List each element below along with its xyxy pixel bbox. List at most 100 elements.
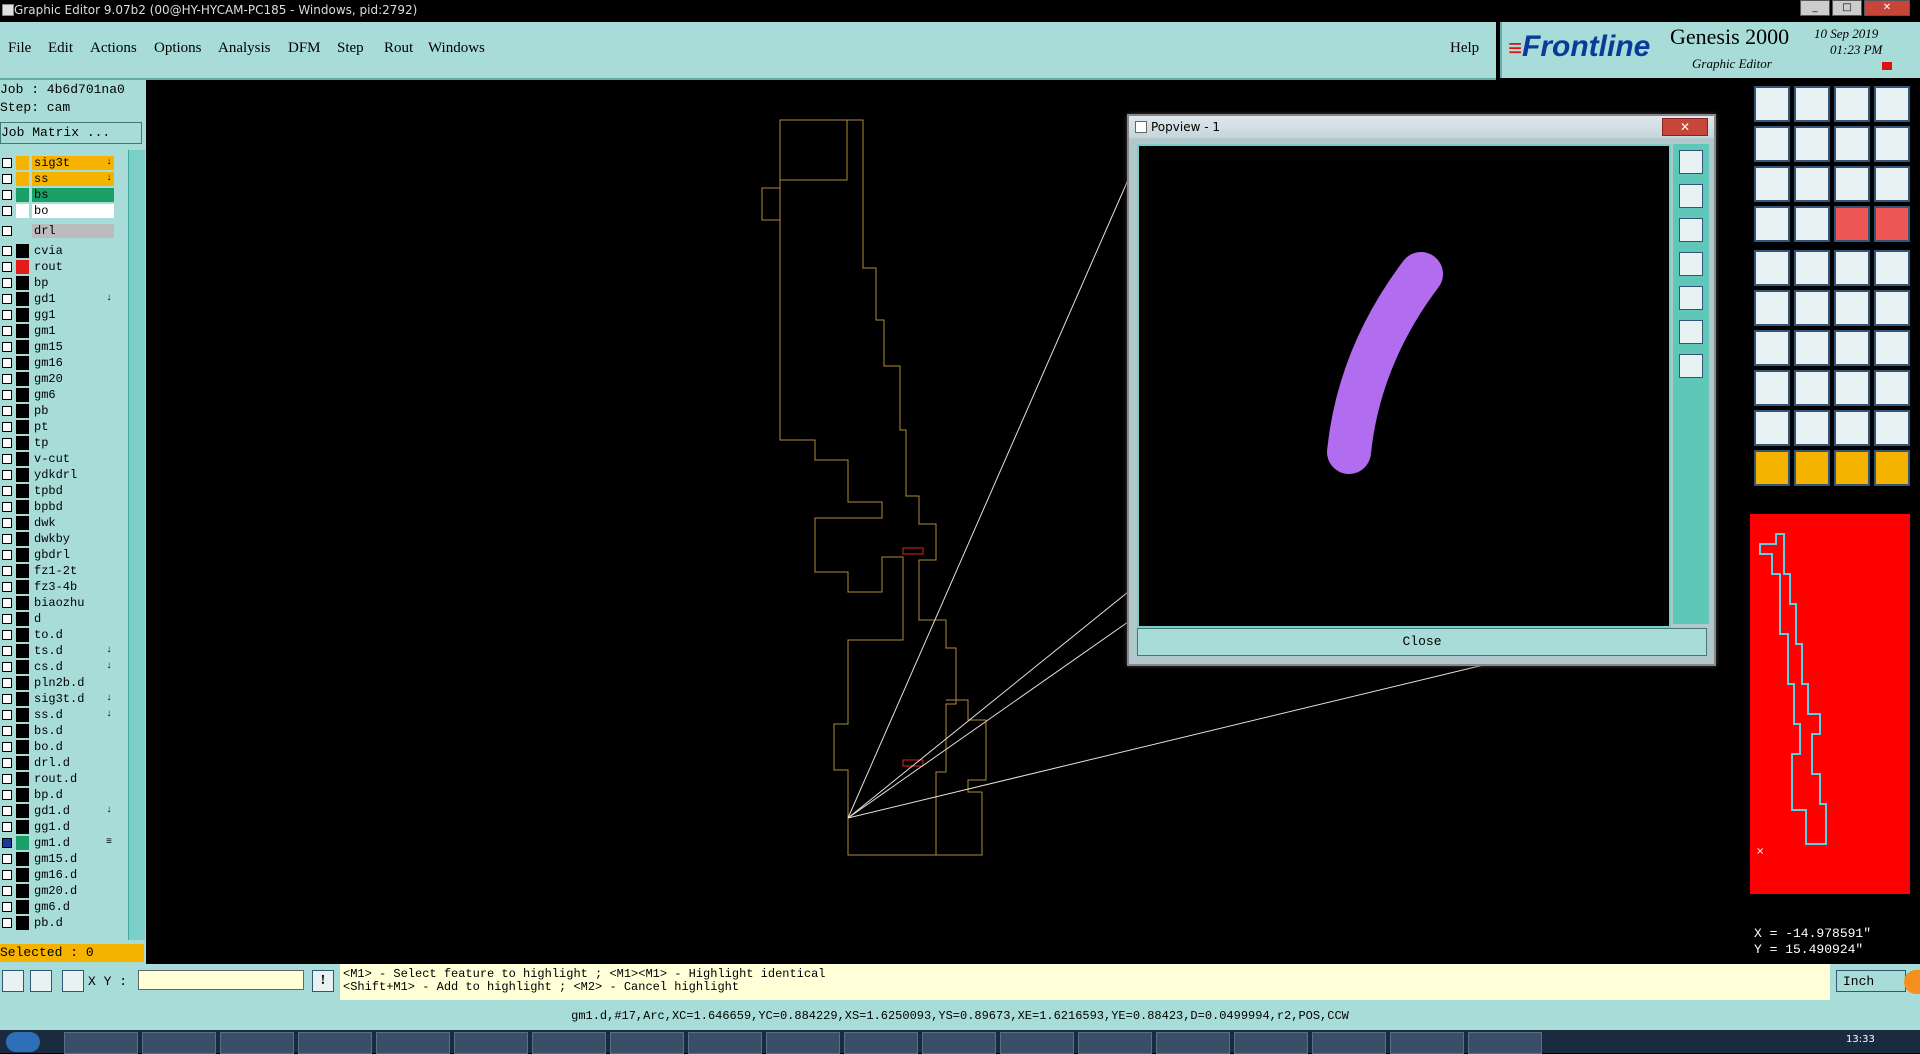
- popview-pan-right-icon[interactable]: [1679, 286, 1703, 310]
- layer-checkbox[interactable]: [2, 822, 12, 832]
- layer-row[interactable]: biaozhu: [0, 596, 116, 610]
- layer-name[interactable]: tpbd: [32, 484, 114, 498]
- layer-color-swatch[interactable]: [16, 276, 29, 290]
- overview-map[interactable]: ×: [1750, 514, 1910, 894]
- layer-name[interactable]: pln2b.d: [32, 676, 114, 690]
- layer-checkbox[interactable]: [2, 886, 12, 896]
- taskbar-app[interactable]: [688, 1032, 762, 1054]
- layer-checkbox[interactable]: [2, 358, 12, 368]
- minus-icon[interactable]: [1794, 370, 1830, 406]
- menu-step[interactable]: Step: [337, 40, 364, 57]
- layer-name[interactable]: v-cut: [32, 452, 114, 466]
- layer-color-swatch[interactable]: [16, 612, 29, 626]
- measure-icon[interactable]: [1834, 206, 1870, 242]
- menu-actions[interactable]: Actions: [90, 40, 137, 57]
- layer-name[interactable]: ss.d ↓: [32, 708, 114, 722]
- layer-name[interactable]: bo: [32, 204, 114, 218]
- layer-row[interactable]: bp.d: [0, 788, 116, 802]
- menu-windows[interactable]: Windows: [428, 40, 485, 57]
- triangle-shape-icon[interactable]: [1794, 410, 1830, 446]
- layer-color-swatch[interactable]: [16, 340, 29, 354]
- layer-row[interactable]: bo.d: [0, 740, 116, 754]
- popview-zoom-window-icon[interactable]: [1679, 354, 1703, 378]
- layer-color-swatch[interactable]: [16, 436, 29, 450]
- layer-color-swatch[interactable]: [16, 172, 29, 186]
- layer-name[interactable]: bp: [32, 276, 114, 290]
- layer-color-swatch[interactable]: [16, 724, 29, 738]
- layer-row[interactable]: cs.d ↓: [0, 660, 116, 674]
- layer-row[interactable]: bs.d: [0, 724, 116, 738]
- layer-checkbox[interactable]: [2, 310, 12, 320]
- popview-zoom-fit-icon[interactable]: [1679, 150, 1703, 174]
- layer-color-swatch[interactable]: [16, 836, 29, 850]
- layer-list-scrollbar[interactable]: [128, 150, 145, 940]
- menu-edit[interactable]: Edit: [48, 40, 73, 57]
- layer-checkbox[interactable]: [2, 710, 12, 720]
- measure-icon[interactable]: [30, 970, 52, 992]
- layer-name[interactable]: ydkdrl: [32, 468, 114, 482]
- layer-name[interactable]: ss ↓: [32, 172, 114, 186]
- layer-color-swatch[interactable]: [16, 156, 29, 170]
- layer-checkbox[interactable]: [2, 158, 12, 168]
- taskbar-app[interactable]: [844, 1032, 918, 1054]
- layer-color-swatch[interactable]: [16, 596, 29, 610]
- layer-name[interactable]: bpbd: [32, 500, 114, 514]
- layer-row[interactable]: gm16: [0, 356, 116, 370]
- layer-row[interactable]: drl.d: [0, 756, 116, 770]
- zoom-fit-icon[interactable]: [1754, 166, 1790, 202]
- arc-alt-icon[interactable]: [1874, 410, 1910, 446]
- layer-checkbox[interactable]: [2, 190, 12, 200]
- line-pattern-icon[interactable]: [1834, 250, 1870, 286]
- layer-checkbox[interactable]: [2, 454, 12, 464]
- layer-checkbox[interactable]: [2, 806, 12, 816]
- layer-name[interactable]: gm16: [32, 356, 114, 370]
- maximize-button[interactable]: □: [1832, 0, 1862, 16]
- layer-row[interactable]: ydkdrl: [0, 468, 116, 482]
- layer-row[interactable]: ts.d ↓: [0, 644, 116, 658]
- popview-canvas[interactable]: [1137, 144, 1671, 628]
- layer-checkbox[interactable]: [2, 486, 12, 496]
- layer-row[interactable]: gm20: [0, 372, 116, 386]
- layer-row[interactable]: drl: [0, 224, 116, 238]
- popview-close-button[interactable]: Close: [1137, 628, 1707, 656]
- layer-row[interactable]: gd1 ↓: [0, 292, 116, 306]
- layer-row[interactable]: pln2b.d: [0, 676, 116, 690]
- layer-color-swatch[interactable]: [16, 884, 29, 898]
- layer-row[interactable]: gbdrl: [0, 548, 116, 562]
- layer-name[interactable]: rout.d: [32, 772, 114, 786]
- layer-checkbox[interactable]: [2, 294, 12, 304]
- xy-input[interactable]: [138, 970, 304, 990]
- cursor-icon[interactable]: [1874, 450, 1910, 486]
- drill-icon[interactable]: [1834, 290, 1870, 326]
- layer-checkbox[interactable]: [2, 246, 12, 256]
- layer-row[interactable]: pb.d: [0, 916, 116, 930]
- layer-name[interactable]: dwkby: [32, 532, 114, 546]
- layer-color-swatch[interactable]: [16, 356, 29, 370]
- layer-row[interactable]: fz1-2t: [0, 564, 116, 578]
- layer-checkbox[interactable]: [2, 854, 12, 864]
- home-icon[interactable]: [1834, 86, 1870, 122]
- units-selector[interactable]: Inch: [1836, 970, 1906, 992]
- angle-icon[interactable]: [1754, 330, 1790, 366]
- layer-color-swatch[interactable]: [16, 820, 29, 834]
- layer-checkbox[interactable]: [2, 326, 12, 336]
- layer-checkbox[interactable]: [2, 226, 12, 236]
- layer-row[interactable]: gm1.d ≡: [0, 836, 116, 850]
- layer-name[interactable]: bp.d: [32, 788, 114, 802]
- layer-name[interactable]: drl.d: [32, 756, 114, 770]
- pad-icon[interactable]: [1754, 370, 1790, 406]
- layer-checkbox[interactable]: [2, 518, 12, 528]
- layer-row[interactable]: cvia: [0, 244, 116, 258]
- import-icon[interactable]: [1754, 126, 1790, 162]
- layer-checkbox[interactable]: [2, 566, 12, 576]
- taskbar-app[interactable]: [376, 1032, 450, 1054]
- layer-name[interactable]: rout: [32, 260, 114, 274]
- layer-row[interactable]: ss ↓: [0, 172, 116, 186]
- layer-name[interactable]: bo.d: [32, 740, 114, 754]
- select-icon[interactable]: [1794, 450, 1830, 486]
- layer-color-swatch[interactable]: [16, 660, 29, 674]
- step-icon[interactable]: [1874, 126, 1910, 162]
- layer-name[interactable]: gd1 ↓: [32, 292, 114, 306]
- layer-row[interactable]: gg1.d: [0, 820, 116, 834]
- taskbar-app[interactable]: [454, 1032, 528, 1054]
